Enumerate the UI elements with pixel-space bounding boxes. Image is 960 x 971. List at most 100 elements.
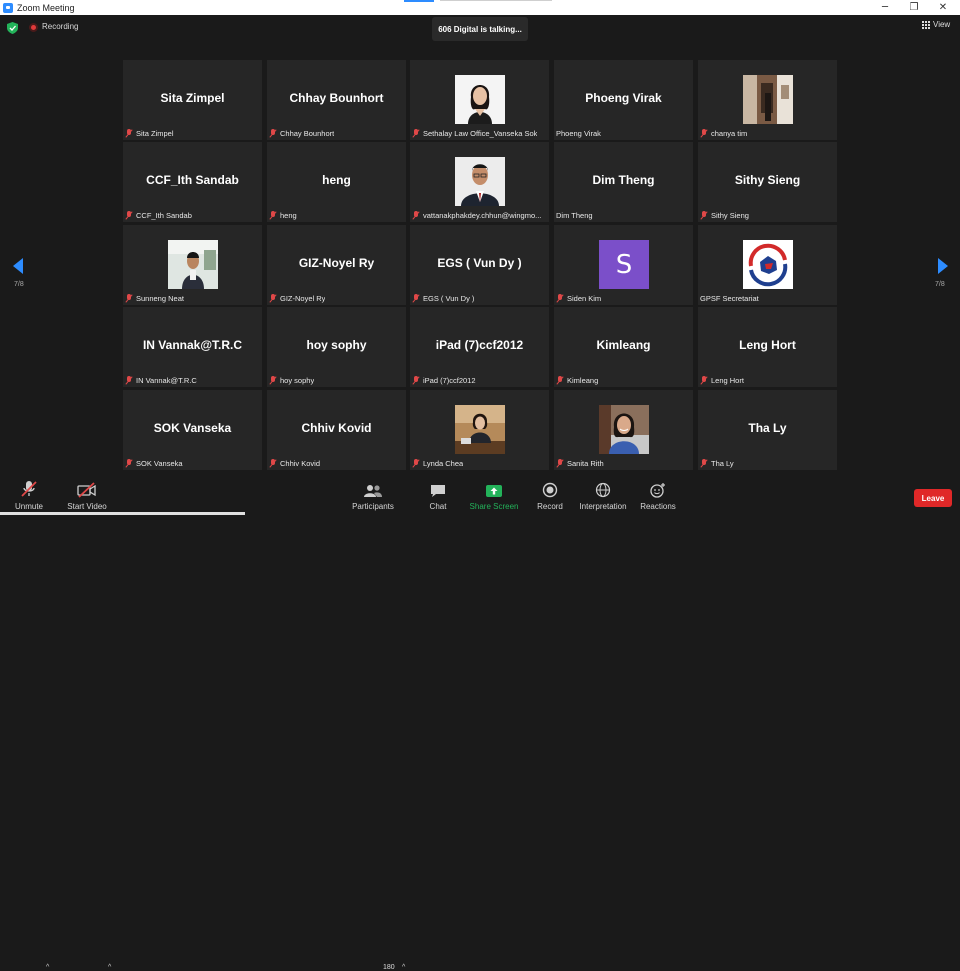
participant-display-name: Dim Theng: [592, 173, 655, 187]
participant-tile[interactable]: Lynda Chea: [410, 390, 549, 470]
participant-name: Phoeng Virak: [556, 129, 601, 138]
recording-indicator-icon: [29, 23, 38, 32]
participant-count: 180: [383, 964, 395, 971]
bottom-scrollbar[interactable]: [0, 512, 245, 515]
participant-name-tag: vattanakphakdey.chhun@wingmo...: [412, 211, 541, 220]
participant-tile[interactable]: Phoeng Virak Phoeng Virak: [554, 60, 693, 140]
share-screen-button[interactable]: Share Screen: [470, 476, 518, 516]
participant-name: SOK Vanseka: [136, 459, 183, 468]
participant-display-name: iPad (7)ccf2012: [435, 338, 524, 352]
start-video-button[interactable]: Start Video: [66, 476, 108, 516]
participant-photo: [455, 75, 505, 124]
muted-microphone-icon: [700, 459, 708, 468]
muted-microphone-icon: [700, 211, 708, 220]
participant-tile[interactable]: Leng Hort Leng Hort: [698, 307, 837, 387]
video-options-chevron-icon[interactable]: ^: [108, 964, 111, 971]
participant-tile[interactable]: Sithy Sieng Sithy Sieng: [698, 142, 837, 222]
participant-tile[interactable]: Sethalay Law Office_Vanseka Sok: [410, 60, 549, 140]
participant-tile[interactable]: Tha Ly Tha Ly: [698, 390, 837, 470]
participant-tile[interactable]: Kimleang Kimleang: [554, 307, 693, 387]
participants-chevron-icon[interactable]: ^: [402, 964, 405, 971]
participant-tile[interactable]: chanya tim: [698, 60, 837, 140]
reactions-button[interactable]: Reactions: [640, 476, 676, 516]
previous-page-arrow-icon[interactable]: [11, 258, 25, 274]
participant-name-tag: GPSF Secretariat: [700, 294, 759, 303]
unmute-button[interactable]: Unmute: [14, 476, 44, 516]
muted-microphone-icon: [412, 459, 420, 468]
muted-microphone-icon: [125, 376, 133, 385]
participant-tile[interactable]: Sita Zimpel Sita Zimpel: [123, 60, 262, 140]
muted-microphone-icon: [412, 129, 420, 138]
interpretation-label: Interpretation: [579, 502, 627, 511]
muted-microphone-icon: [412, 211, 420, 220]
title-divider: [440, 0, 552, 1]
participant-tile[interactable]: Dim Theng Dim Theng: [554, 142, 693, 222]
audio-options-chevron-icon[interactable]: ^: [46, 964, 49, 971]
participant-name-tag: Chhay Bounhort: [269, 129, 334, 138]
participant-tile[interactable]: hoy sophy hoy sophy: [267, 307, 406, 387]
participants-icon: [364, 485, 382, 497]
participant-display-name: EGS ( Vun Dy ): [437, 256, 522, 270]
participant-tile[interactable]: Sunneng Neat: [123, 225, 262, 305]
record-button[interactable]: Record: [536, 476, 564, 516]
unmute-label: Unmute: [14, 502, 43, 511]
participant-tile[interactable]: SOK Vanseka SOK Vanseka: [123, 390, 262, 470]
participants-label: Participants: [352, 502, 394, 511]
participant-tile[interactable]: heng heng: [267, 142, 406, 222]
participant-name: GIZ-Noyel Ry: [280, 294, 326, 303]
record-label: Record: [537, 502, 563, 511]
participant-name-tag: heng: [269, 211, 297, 220]
participant-tile[interactable]: Sanita Rith: [554, 390, 693, 470]
security-shield-icon[interactable]: [7, 22, 18, 34]
participant-name: Kimleang: [567, 376, 599, 385]
muted-microphone-icon: [412, 376, 420, 385]
participant-tile[interactable]: vattanakphakdey.chhun@wingmo...: [410, 142, 549, 222]
close-button[interactable]: ✕: [928, 0, 958, 15]
participant-name-tag: hoy sophy: [269, 376, 314, 385]
participant-tile[interactable]: CCF_Ith Sandab CCF_Ith Sandab: [123, 142, 262, 222]
participant-avatar: S: [599, 240, 649, 289]
participant-name-tag: chanya tim: [700, 129, 747, 138]
participants-button[interactable]: Participants: [352, 476, 394, 516]
participant-display-name: IN Vannak@T.R.C: [142, 338, 243, 352]
participant-tile[interactable]: S Siden Kim: [554, 225, 693, 305]
record-icon: [542, 482, 558, 498]
participant-tile[interactable]: Chhiv Kovid Chhiv Kovid: [267, 390, 406, 470]
participant-photo: [455, 405, 505, 454]
participant-tile[interactable]: GPSF Secretariat: [698, 225, 837, 305]
participant-name-tag: SOK Vanseka: [125, 459, 183, 468]
share-screen-icon: [486, 485, 502, 497]
participant-tile[interactable]: EGS ( Vun Dy ) EGS ( Vun Dy ): [410, 225, 549, 305]
participant-name-tag: Sithy Sieng: [700, 211, 749, 220]
muted-microphone-icon: [412, 294, 420, 303]
muted-microphone-icon: [269, 294, 277, 303]
participant-name: vattanakphakdey.chhun@wingmo...: [423, 211, 542, 220]
muted-microphone-icon: [269, 376, 277, 385]
interpretation-button[interactable]: Interpretation: [578, 476, 628, 516]
leave-button[interactable]: Leave: [914, 489, 952, 507]
participant-name: EGS ( Vun Dy ): [423, 294, 475, 303]
chat-button[interactable]: Chat: [428, 476, 448, 516]
view-label: View: [933, 20, 951, 29]
participant-name-tag: GIZ-Noyel Ry: [269, 294, 325, 303]
chat-label: Chat: [429, 502, 447, 511]
participant-tile[interactable]: IN Vannak@T.R.C IN Vannak@T.R.C: [123, 307, 262, 387]
participant-photo: [168, 240, 218, 289]
participant-tile[interactable]: GIZ-Noyel Ry GIZ-Noyel Ry: [267, 225, 406, 305]
participant-name: Dim Theng: [556, 211, 593, 220]
participant-name: Leng Hort: [711, 376, 744, 385]
muted-microphone-icon: [700, 376, 708, 385]
participant-name: Sita Zimpel: [136, 129, 174, 138]
view-button[interactable]: View: [922, 20, 950, 29]
minimize-button[interactable]: ─: [870, 0, 900, 15]
restore-button[interactable]: ❐: [899, 0, 929, 15]
next-page-arrow-icon[interactable]: [936, 258, 950, 274]
participant-name: CCF_Ith Sandab: [136, 211, 192, 220]
muted-microphone-icon: [125, 294, 133, 303]
share-screen-label: Share Screen: [469, 502, 519, 511]
reactions-label: Reactions: [640, 502, 676, 511]
participant-tile[interactable]: iPad (7)ccf2012 iPad (7)ccf2012: [410, 307, 549, 387]
participant-name-tag: Sita Zimpel: [125, 129, 174, 138]
participant-tile[interactable]: Chhay Bounhort Chhay Bounhort: [267, 60, 406, 140]
previous-page-indicator: 7/8: [14, 281, 24, 288]
